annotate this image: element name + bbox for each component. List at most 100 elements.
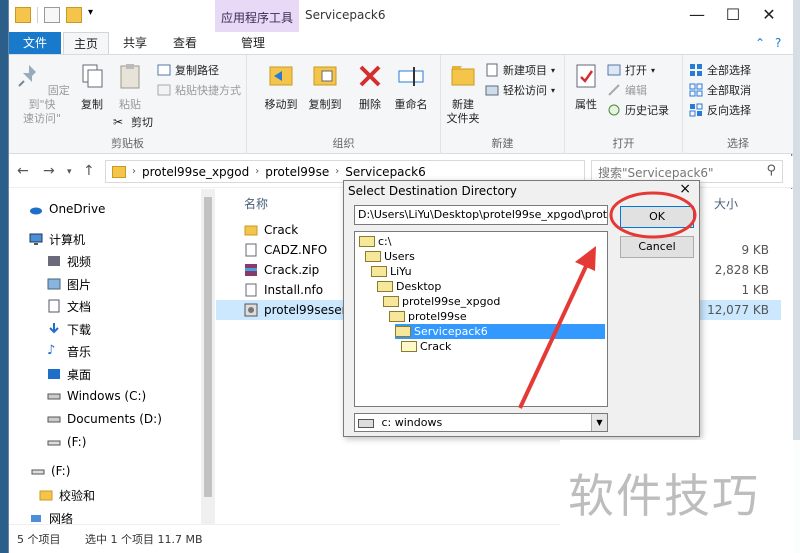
history-icon bbox=[608, 104, 620, 116]
select-all-button[interactable]: 全部选择 bbox=[689, 61, 751, 79]
customize-icon[interactable]: ▾ bbox=[88, 7, 104, 23]
properties-icon[interactable] bbox=[44, 7, 60, 23]
nav-item-drive-d[interactable]: Documents (D:) bbox=[47, 409, 162, 429]
back-arrow-icon[interactable]: ← bbox=[17, 163, 29, 179]
close-button[interactable]: ✕ bbox=[751, 4, 787, 26]
cut-button[interactable]: ✂ 剪切 bbox=[113, 113, 153, 131]
copy-to-icon bbox=[313, 66, 337, 86]
history-button[interactable]: 历史记录 bbox=[607, 101, 669, 119]
history-label: 历史记录 bbox=[625, 104, 669, 117]
maximize-button[interactable]: ☐ bbox=[715, 4, 751, 26]
help-icon[interactable]: ? bbox=[775, 36, 781, 50]
invert-selection-button[interactable]: 反向选择 bbox=[689, 101, 751, 119]
pin-quick-access-button[interactable]: 固定到"快 速访问" bbox=[13, 61, 71, 126]
new-folder-icon[interactable] bbox=[66, 7, 82, 23]
cut-label: 剪切 bbox=[131, 116, 153, 129]
nav-item-computer[interactable]: 计算机 bbox=[29, 229, 85, 249]
paste-button[interactable]: 粘贴 bbox=[113, 61, 147, 112]
group-organize: 移动到 复制到 删除 重命名 组织 bbox=[247, 55, 441, 154]
tab-manage[interactable]: 管理 bbox=[231, 32, 275, 54]
edit-label: 编辑 bbox=[625, 84, 647, 97]
open-folder-icon bbox=[371, 266, 387, 277]
tree-item[interactable]: c:\ bbox=[359, 234, 391, 249]
column-header-size[interactable]: 大小 bbox=[714, 195, 738, 212]
rename-button[interactable]: 重命名 bbox=[391, 61, 431, 112]
copy-to-button[interactable]: 复制到 bbox=[305, 61, 345, 112]
nav-item-music[interactable]: ♪ 音乐 bbox=[47, 341, 91, 361]
chevron-down-icon[interactable]: ▼ bbox=[591, 414, 607, 431]
recent-locations-icon[interactable]: ▾ bbox=[67, 167, 72, 177]
forward-arrow-icon[interactable]: → bbox=[43, 163, 55, 179]
new-item-button[interactable]: 新建项目 ▾ bbox=[485, 61, 555, 79]
nav-item-pictures[interactable]: 图片 bbox=[47, 274, 91, 294]
drive-select[interactable]: c: windows ▼ bbox=[354, 413, 608, 432]
open-folder-icon bbox=[383, 296, 399, 307]
download-icon bbox=[49, 323, 59, 334]
tab-share[interactable]: 共享 bbox=[113, 32, 157, 54]
tree-item[interactable]: Desktop bbox=[377, 279, 441, 294]
breadcrumb-item[interactable]: protel99se_xpgod bbox=[142, 165, 249, 179]
tab-view[interactable]: 查看 bbox=[163, 32, 207, 54]
tree-item[interactable]: protel99se_xpgod bbox=[383, 294, 500, 309]
edit-button[interactable]: 编辑 bbox=[607, 81, 647, 99]
paste-shortcut-button[interactable]: 粘贴快捷方式 bbox=[157, 81, 241, 99]
nav-label: 音乐 bbox=[67, 344, 92, 359]
new-folder-button[interactable]: 新建 文件夹 bbox=[445, 61, 481, 126]
copy-path-icon bbox=[157, 64, 171, 76]
tree-item[interactable]: Users bbox=[365, 249, 415, 264]
navigation-pane: OneDrive 计算机 视频 图片 文档 下载 ♪ 音乐 桌面 Windows… bbox=[9, 189, 215, 525]
file-name: CADZ.NFO bbox=[264, 243, 328, 257]
nav-item-downloads[interactable]: 下载 bbox=[47, 319, 91, 339]
nav-label: Documents (D:) bbox=[67, 412, 162, 426]
scrollbar-thumb[interactable] bbox=[204, 197, 212, 497]
move-to-button[interactable]: 移动到 bbox=[261, 61, 301, 112]
nav-item-checksum[interactable]: 校验和 bbox=[39, 485, 95, 505]
cancel-button[interactable]: Cancel bbox=[620, 236, 694, 258]
rename-icon bbox=[398, 67, 424, 86]
search-icon[interactable]: ⚲ bbox=[766, 163, 776, 178]
delete-button[interactable]: 删除 bbox=[353, 61, 387, 112]
nav-item-network[interactable]: 网络 bbox=[29, 511, 73, 525]
easy-access-button[interactable]: 轻松访问 ▾ bbox=[485, 81, 555, 99]
tab-home[interactable]: 主页 bbox=[63, 32, 110, 54]
column-header-name[interactable]: 名称 bbox=[244, 195, 268, 212]
copy-path-button[interactable]: 复制路径 bbox=[157, 61, 219, 79]
nav-item-drive-f-root[interactable]: (F:) bbox=[31, 461, 70, 481]
chevron-down-icon: ▾ bbox=[651, 65, 656, 75]
file-size: 2,828 KB bbox=[714, 263, 769, 277]
nav-item-desktop[interactable]: 桌面 bbox=[47, 364, 91, 384]
nav-item-drive-c[interactable]: Windows (C:) bbox=[47, 386, 146, 406]
folder-icon[interactable] bbox=[15, 7, 31, 23]
minimize-button[interactable]: — bbox=[679, 4, 715, 26]
tree-label: protel99se_xpgod bbox=[402, 295, 501, 308]
collapse-ribbon-icon[interactable]: ⌃ bbox=[755, 36, 765, 50]
tab-file[interactable]: 文件 bbox=[9, 32, 61, 54]
close-icon[interactable]: × bbox=[679, 181, 691, 197]
nav-item-documents[interactable]: 文档 bbox=[47, 296, 91, 316]
copy-path-label: 复制路径 bbox=[175, 64, 219, 77]
select-none-button[interactable]: 全部取消 bbox=[689, 81, 751, 99]
nav-scrollbar[interactable] bbox=[201, 189, 215, 524]
folder-icon bbox=[39, 490, 53, 501]
properties-button[interactable]: 属性 bbox=[569, 61, 603, 112]
archive-icon bbox=[245, 264, 257, 276]
breadcrumb-item[interactable]: Servicepack6 bbox=[345, 165, 426, 179]
video-icon bbox=[48, 256, 60, 266]
tree-item-selected[interactable]: Servicepack6 bbox=[395, 324, 605, 339]
directory-tree[interactable]: c:\ Users LiYu Desktop protel99se_xpgod … bbox=[354, 231, 608, 407]
tree-item[interactable]: Crack bbox=[401, 339, 451, 354]
ok-button[interactable]: OK bbox=[620, 206, 694, 228]
up-arrow-icon[interactable]: ↑ bbox=[83, 163, 95, 179]
tree-item[interactable]: LiYu bbox=[371, 264, 412, 279]
context-tab-app-tools[interactable]: 应用程序工具 bbox=[215, 0, 299, 32]
breadcrumb-item[interactable]: protel99se bbox=[265, 165, 329, 179]
open-button[interactable]: 打开 ▾ bbox=[607, 61, 655, 79]
open-label: 打开 bbox=[625, 64, 647, 77]
tree-item[interactable]: protel99se bbox=[389, 309, 467, 324]
nav-item-videos[interactable]: 视频 bbox=[47, 251, 91, 271]
nav-label: 图片 bbox=[67, 277, 92, 292]
nav-item-drive-f[interactable]: (F:) bbox=[47, 432, 86, 452]
copy-button[interactable]: 复制 bbox=[75, 61, 109, 112]
destination-path-field[interactable]: D:\Users\LiYu\Desktop\protel99se_xpgod\p… bbox=[354, 205, 608, 225]
nav-item-onedrive[interactable]: OneDrive bbox=[29, 199, 105, 219]
